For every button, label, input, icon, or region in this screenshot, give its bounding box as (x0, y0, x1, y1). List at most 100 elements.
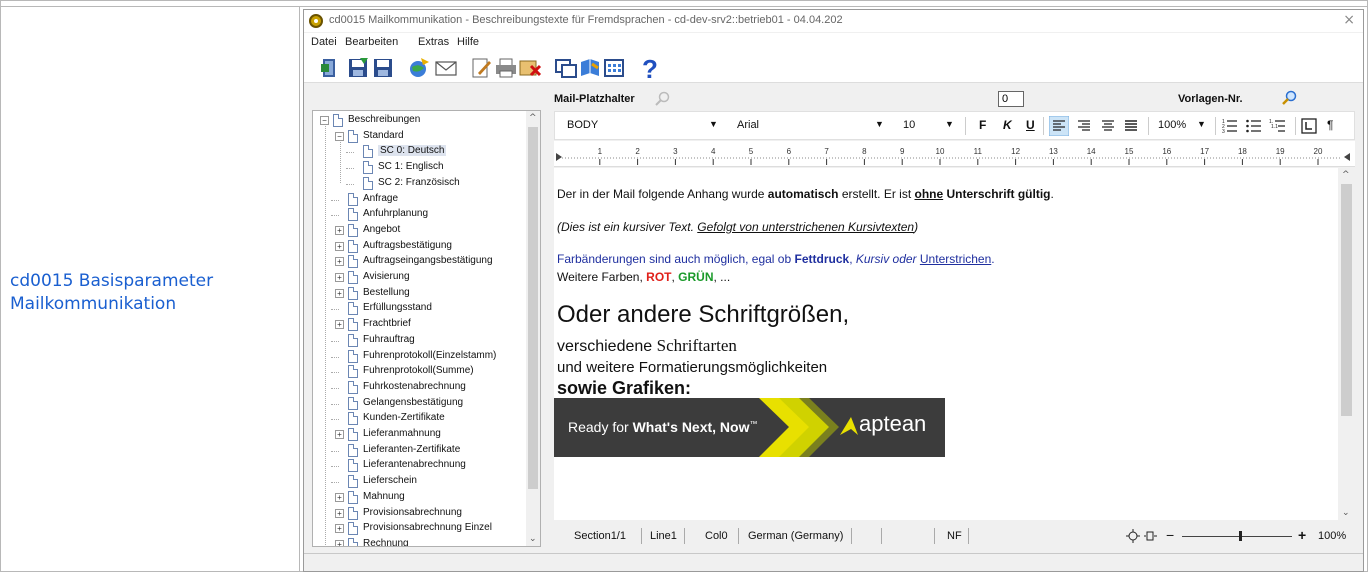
tree-item[interactable]: Fuhrauftrag (313, 333, 523, 349)
tree-item[interactable]: − Beschreibungen (313, 113, 523, 129)
search-icon[interactable] (1281, 90, 1297, 106)
zoom-dropdown[interactable]: 100% (1158, 119, 1186, 131)
tree-item[interactable]: Fuhrkostenabrechnung (313, 380, 523, 396)
structured-list-icon[interactable]: 1.1.1 (1269, 117, 1287, 135)
align-center-icon[interactable] (1098, 116, 1118, 136)
zoom-out-button[interactable]: − (1166, 527, 1174, 543)
expand-plus-icon[interactable]: + (335, 430, 344, 439)
menu-bearbeiten[interactable]: Bearbeiten (345, 36, 398, 48)
expand-plus-icon[interactable]: + (335, 492, 344, 502)
font-dropdown[interactable]: Arial (737, 119, 759, 131)
tree-item[interactable]: Anfuhrplanung (313, 207, 523, 223)
chevron-down-icon[interactable]: ⌄ (529, 534, 537, 544)
tree-item[interactable]: SC 2: Französisch (313, 176, 523, 192)
font-size-dropdown[interactable]: 10 (903, 119, 915, 131)
expand-plus-icon[interactable]: + (335, 241, 344, 251)
tree-scroll-thumb[interactable] (528, 127, 538, 489)
tree-item[interactable]: + Auftragseingangsbestätigung (313, 254, 523, 270)
tree-item[interactable]: Fuhrenprotokoll(Einzelstamm) (313, 349, 523, 365)
expand-plus-icon[interactable]: + (335, 539, 344, 546)
collapse-minus-icon[interactable]: − (335, 131, 344, 141)
expand-plus-icon[interactable]: + (335, 508, 344, 518)
tree-item[interactable]: SC 0: Deutsch (313, 144, 523, 160)
collapse-minus-icon[interactable]: − (320, 116, 329, 125)
chevron-down-icon[interactable]: ▼ (1197, 119, 1206, 129)
tree-item[interactable]: + Avisierung (313, 270, 523, 286)
document-scroll-thumb[interactable] (1341, 184, 1352, 416)
tree-item[interactable]: Lieferantenabrechnung (313, 458, 523, 474)
expand-plus-icon[interactable]: + (335, 273, 344, 282)
tree-item[interactable]: + Provisionsabrechnung Einzel (313, 521, 523, 537)
chevron-up-icon[interactable]: ^ (1342, 170, 1350, 180)
help-icon[interactable]: ? (638, 56, 662, 80)
calculator-icon[interactable] (602, 56, 626, 80)
tree-item[interactable]: Lieferschein (313, 474, 523, 490)
zoom-slider-handle[interactable] (1239, 531, 1242, 541)
document-scrollbar[interactable]: ^ ⌄ (1338, 168, 1355, 520)
bullet-list-icon[interactable] (1245, 117, 1263, 135)
close-button[interactable]: × (1343, 12, 1355, 28)
underline-button[interactable]: U (1026, 118, 1035, 132)
exit-door-icon[interactable] (318, 56, 342, 80)
tree-item[interactable]: + Frachtbrief (313, 317, 523, 333)
globe-transfer-icon[interactable] (407, 56, 431, 80)
page-view-icon[interactable] (1126, 529, 1160, 543)
numbered-list-icon[interactable]: 123 (1221, 117, 1239, 135)
tree-item[interactable]: Lieferanten-Zertifikate (313, 443, 523, 459)
windows-icon[interactable] (554, 56, 578, 80)
style-dropdown[interactable]: BODY (567, 119, 598, 131)
right-indent-marker-icon[interactable] (1344, 153, 1350, 161)
tree-item[interactable]: + Angebot (313, 223, 523, 239)
tree-item[interactable]: Erfüllungsstand (313, 301, 523, 317)
tree-item[interactable]: Anfrage (313, 192, 523, 208)
tree-item[interactable]: + Bestellung (313, 286, 523, 302)
chevron-down-icon[interactable]: ▼ (875, 119, 884, 129)
expand-plus-icon[interactable]: + (335, 320, 344, 330)
menu-hilfe[interactable]: Hilfe (457, 36, 479, 48)
left-indent-marker-icon[interactable] (556, 153, 562, 161)
frame-icon[interactable] (1301, 118, 1317, 134)
chevron-down-icon[interactable]: ⌄ (1342, 508, 1350, 518)
expand-plus-icon[interactable]: + (335, 225, 344, 235)
wiki-page-link[interactable]: cd0015 Basisparameter Mailkommunikation (10, 270, 290, 316)
align-justify-icon[interactable] (1121, 116, 1141, 136)
pilcrow-button[interactable]: ¶ (1327, 118, 1333, 132)
expand-plus-icon[interactable]: + (335, 257, 344, 267)
align-left-icon[interactable] (1049, 116, 1069, 136)
ruler-scale[interactable]: 1 2 3 4 5 6 7 8 9 10 11 12 13 14 15 16 17 18 19 20 (554, 141, 1355, 167)
chevron-down-icon[interactable]: ▼ (709, 119, 718, 129)
tree-item[interactable]: + Provisionsabrechnung (313, 506, 523, 522)
chevron-up-icon[interactable]: ^ (529, 113, 537, 123)
tree-item[interactable]: + Lieferanmahnung (313, 427, 523, 443)
menu-datei[interactable]: Datei (311, 36, 337, 48)
save-new-icon[interactable] (346, 56, 370, 80)
tree-item[interactable]: + Auftragsbestätigung (313, 239, 523, 255)
tree-item[interactable]: − Standard (313, 129, 523, 145)
print-icon[interactable] (494, 56, 518, 80)
document-editor[interactable]: Der in der Mail folgende Anhang wurde au… (554, 168, 1355, 520)
search-icon[interactable] (654, 91, 670, 107)
chevron-down-icon[interactable]: ▼ (945, 119, 954, 129)
book-icon[interactable] (578, 56, 602, 80)
delete-icon[interactable] (518, 56, 542, 80)
italic-button[interactable]: K (1003, 118, 1012, 132)
save-icon[interactable] (371, 56, 395, 80)
tree-item[interactable]: Fuhrenprotokoll(Summe) (313, 364, 523, 380)
tree-item[interactable]: Kunden-Zertifikate (313, 411, 523, 427)
bold-button[interactable]: F (979, 118, 986, 132)
tree-item[interactable]: + Rechnung (313, 537, 523, 546)
mail-icon[interactable] (434, 56, 458, 80)
tree-scrollbar[interactable]: ^ ⌄ (526, 111, 540, 546)
align-right-icon[interactable] (1074, 116, 1094, 136)
zoom-slider-track[interactable] (1182, 536, 1292, 537)
edit-document-icon[interactable] (469, 56, 493, 80)
wiki-link-line2[interactable]: Mailkommunikation (10, 293, 290, 316)
wiki-link-line1[interactable]: cd0015 Basisparameter (10, 270, 290, 293)
expand-plus-icon[interactable]: + (335, 288, 344, 298)
expand-plus-icon[interactable]: + (335, 524, 344, 534)
tree-item[interactable]: + Mahnung (313, 490, 523, 506)
tree-item[interactable]: SC 1: Englisch (313, 160, 523, 176)
vorlagen-nr-input[interactable]: 0 (998, 91, 1024, 107)
tree-item[interactable]: Gelangensbestätigung (313, 396, 523, 412)
menu-extras[interactable]: Extras (418, 36, 449, 48)
